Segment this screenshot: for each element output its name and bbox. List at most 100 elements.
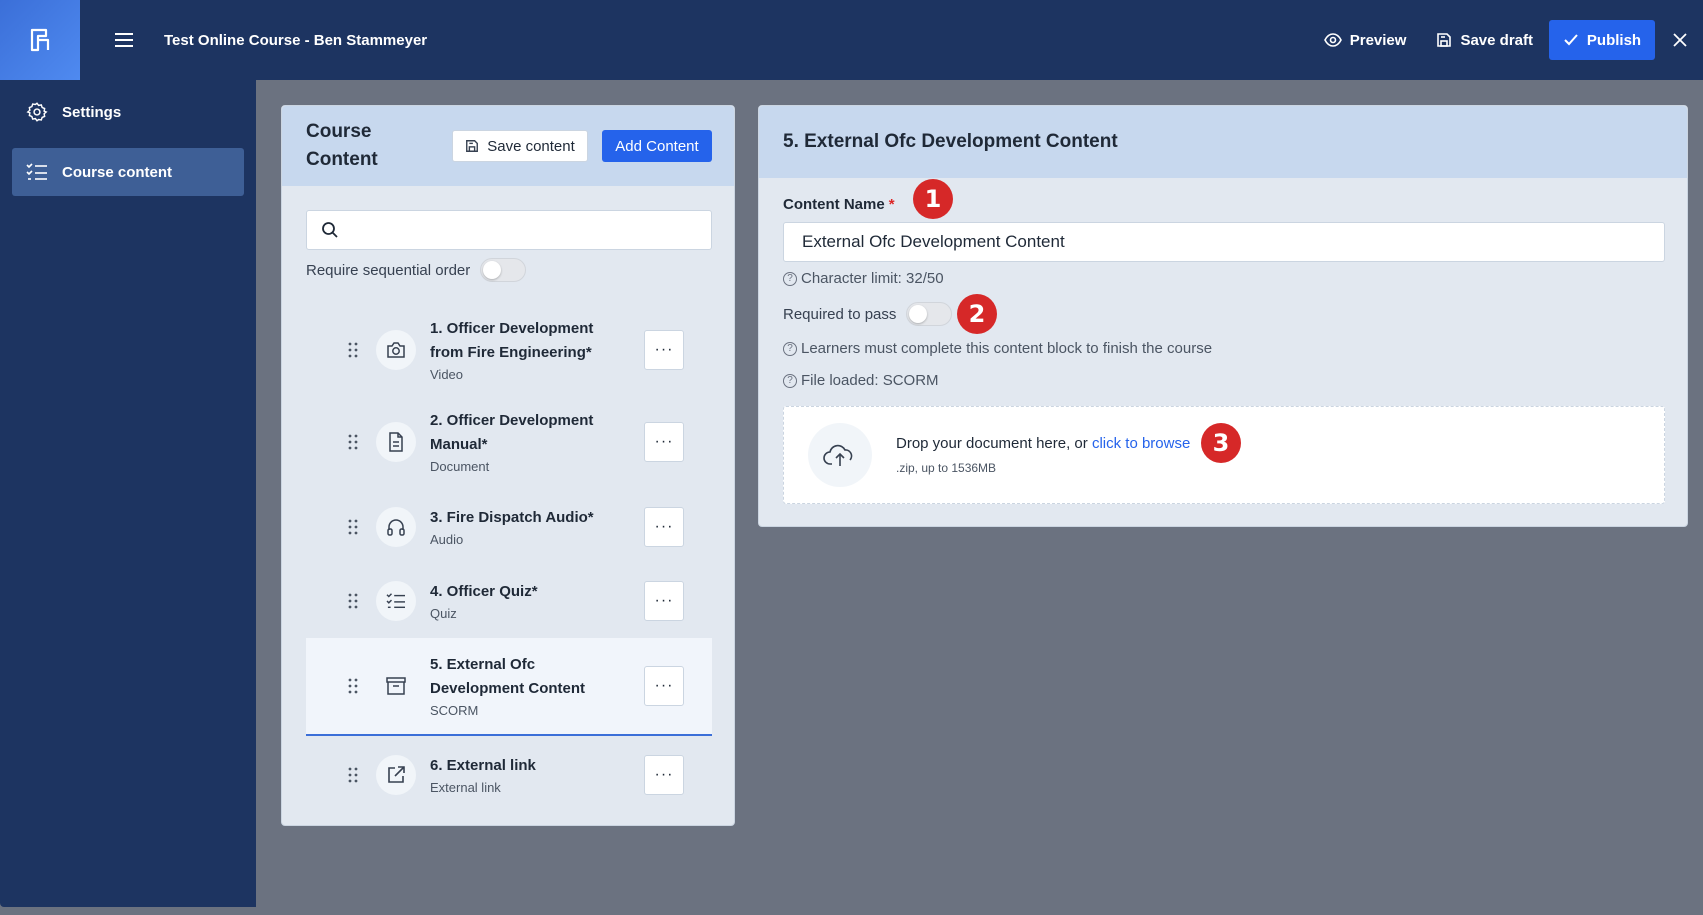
help-icon: ? bbox=[783, 341, 797, 356]
item-text: 5. External Ofc Development Content SCOR… bbox=[430, 653, 630, 719]
item-type: Quiz bbox=[430, 606, 457, 621]
sidebar-item-label: Course content bbox=[62, 163, 173, 181]
item-title: 1. Officer Development from Fire Enginee… bbox=[430, 320, 594, 361]
item-type-icon-wrap bbox=[376, 507, 416, 547]
editor-title: 5. External Ofc Development Content bbox=[759, 106, 1687, 178]
learners-hint-text: Learners must complete this content bloc… bbox=[801, 340, 1213, 357]
sidebar: Settings Course content bbox=[0, 80, 256, 907]
list-item[interactable]: 2. Officer Development Manual* Document … bbox=[306, 394, 712, 490]
sequential-order-row: Require sequential order bbox=[306, 258, 527, 282]
headphones-icon bbox=[387, 519, 405, 536]
sequential-order-toggle[interactable] bbox=[480, 258, 527, 282]
item-title: 6. External link bbox=[430, 757, 536, 774]
item-title: 2. Officer Development Manual* bbox=[430, 412, 594, 453]
archive-icon bbox=[386, 677, 406, 695]
preview-button[interactable]: Preview bbox=[1323, 31, 1407, 49]
item-title: 4. Officer Quiz* bbox=[430, 583, 538, 600]
item-type: Document bbox=[430, 459, 490, 474]
learners-hint: ? Learners must complete this content bl… bbox=[783, 340, 1212, 357]
drag-handle[interactable] bbox=[346, 593, 360, 609]
more-options-button[interactable]: ··· bbox=[644, 666, 684, 706]
more-options-button[interactable]: ··· bbox=[644, 755, 684, 795]
gear-icon bbox=[26, 102, 48, 122]
drag-handle-icon bbox=[348, 519, 358, 535]
sidebar-item-course-content[interactable]: Course content bbox=[12, 148, 244, 196]
item-title: 3. Fire Dispatch Audio* bbox=[430, 509, 594, 526]
upload-icon-wrap bbox=[808, 423, 872, 487]
item-text: 4. Officer Quiz* Quiz bbox=[430, 580, 630, 622]
content-editor-panel: 5. External Ofc Development Content Cont… bbox=[758, 105, 1688, 527]
drag-handle-icon bbox=[348, 767, 358, 783]
required-to-pass-row: Required to pass bbox=[783, 302, 953, 326]
list-item[interactable]: 6. External link External link ··· bbox=[306, 738, 712, 812]
content-name-label-text: Content Name bbox=[783, 196, 885, 213]
item-type-icon-wrap bbox=[376, 422, 416, 462]
more-options-button[interactable]: ··· bbox=[644, 507, 684, 547]
help-icon: ? bbox=[783, 373, 797, 388]
list-item-selected[interactable]: 5. External Ofc Development Content SCOR… bbox=[306, 638, 712, 736]
item-text: 6. External link External link bbox=[430, 754, 630, 796]
course-content-title: Course Content bbox=[306, 121, 378, 170]
item-type: SCORM bbox=[430, 703, 479, 718]
item-text: 2. Officer Development Manual* Document bbox=[430, 409, 630, 475]
list-item[interactable]: 4. Officer Quiz* Quiz ··· bbox=[306, 564, 712, 638]
search-input[interactable] bbox=[349, 221, 711, 239]
file-loaded-hint: ? File loaded: SCORM bbox=[783, 372, 939, 389]
drag-handle-icon bbox=[348, 342, 358, 358]
search-icon bbox=[322, 222, 338, 238]
required-to-pass-toggle[interactable] bbox=[906, 302, 953, 326]
drag-handle[interactable] bbox=[346, 678, 360, 694]
character-limit-text: Character limit: 32/50 bbox=[801, 270, 944, 287]
item-title: 5. External Ofc Development Content bbox=[430, 656, 586, 697]
item-type-icon-wrap bbox=[376, 581, 416, 621]
character-limit-hint: ? Character limit: 32/50 bbox=[783, 270, 944, 287]
publish-button[interactable]: Publish bbox=[1549, 20, 1655, 60]
checklist-icon bbox=[26, 163, 47, 180]
item-type-icon-wrap bbox=[376, 666, 416, 706]
browse-link[interactable]: click to browse bbox=[1092, 435, 1190, 452]
drag-handle[interactable] bbox=[346, 767, 360, 783]
annotation-badge-3: 3 bbox=[1201, 423, 1241, 463]
list-item[interactable]: 1. Officer Development from Fire Enginee… bbox=[306, 306, 712, 394]
item-type: Audio bbox=[430, 532, 464, 547]
hamburger-icon bbox=[115, 33, 133, 47]
sequential-order-label: Require sequential order bbox=[306, 261, 471, 279]
close-icon bbox=[1673, 33, 1687, 47]
drag-handle[interactable] bbox=[346, 519, 360, 535]
course-title: Test Online Course - Ben Stammeyer bbox=[164, 31, 428, 49]
save-draft-label: Save draft bbox=[1460, 31, 1533, 49]
save-content-button[interactable]: Save content bbox=[452, 130, 588, 162]
required-to-pass-label: Required to pass bbox=[783, 305, 897, 323]
more-options-button[interactable]: ··· bbox=[644, 581, 684, 621]
sidebar-item-label: Settings bbox=[62, 103, 122, 121]
annotation-badge-2: 2 bbox=[957, 294, 997, 334]
logo-icon bbox=[30, 28, 50, 52]
required-star: * bbox=[888, 196, 895, 213]
add-content-button[interactable]: Add Content bbox=[602, 130, 712, 162]
top-actions: Preview Save draft Publish bbox=[1323, 0, 1703, 80]
save-icon bbox=[466, 140, 479, 152]
drag-handle-icon bbox=[348, 678, 358, 694]
cloud-upload-icon bbox=[823, 444, 853, 466]
save-draft-button[interactable]: Save draft bbox=[1436, 32, 1533, 49]
more-options-button[interactable]: ··· bbox=[644, 422, 684, 462]
drag-handle-icon bbox=[348, 434, 358, 450]
course-content-header: Course Content Save content Add Content bbox=[282, 106, 734, 186]
menu-toggle-button[interactable] bbox=[110, 26, 138, 54]
item-text: 3. Fire Dispatch Audio* Audio bbox=[430, 506, 630, 548]
item-type-icon-wrap bbox=[376, 755, 416, 795]
app-logo[interactable] bbox=[0, 0, 80, 80]
close-button[interactable] bbox=[1667, 27, 1693, 53]
drag-handle[interactable] bbox=[346, 342, 360, 358]
list-item[interactable]: 3. Fire Dispatch Audio* Audio ··· bbox=[306, 490, 712, 564]
content-name-input[interactable] bbox=[783, 222, 1665, 262]
drop-text: Drop your document here, or click to bro… bbox=[896, 435, 1190, 452]
external-link-icon bbox=[388, 766, 405, 783]
top-bar: Test Online Course - Ben Stammeyer Previ… bbox=[0, 0, 1703, 80]
item-text: 1. Officer Development from Fire Enginee… bbox=[430, 317, 630, 383]
drag-handle[interactable] bbox=[346, 434, 360, 450]
file-constraints: .zip, up to 1536MB bbox=[896, 461, 997, 475]
preview-label: Preview bbox=[1349, 31, 1407, 49]
more-options-button[interactable]: ··· bbox=[644, 330, 684, 370]
sidebar-item-settings[interactable]: Settings bbox=[12, 88, 244, 136]
